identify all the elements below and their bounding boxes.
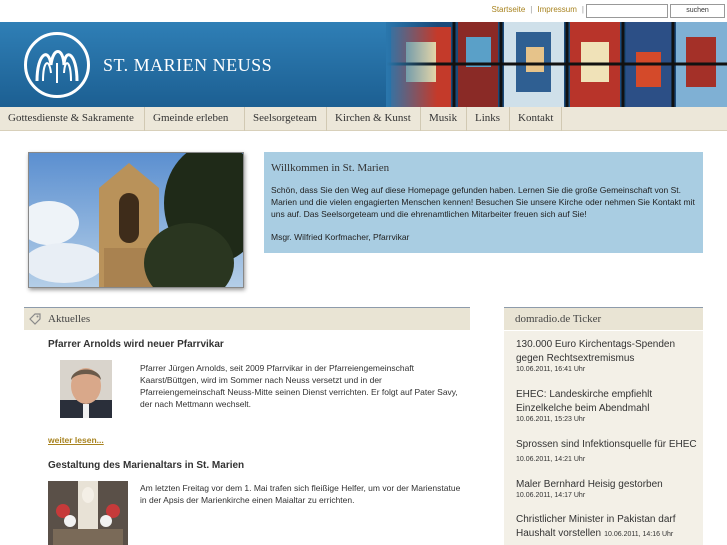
ticker-item-date: 10.06.2011, 14:16 Uhr [604, 531, 674, 538]
news-header-title: Aktuelles [48, 313, 91, 325]
ticker-item-title[interactable]: 130.000 Euro Kirchentags-Spenden gegen R… [516, 338, 701, 366]
altar-image [48, 481, 128, 545]
site-title[interactable]: ST. MARIEN NEUSS [103, 55, 272, 76]
ticker-item-date: 10.06.2011, 14:21 Uhr [516, 456, 586, 463]
marien-monogram-icon [35, 50, 79, 83]
news-header: Aktuelles [24, 307, 470, 330]
nav-kirchen-kunst[interactable]: Kirchen & Kunst [327, 107, 421, 131]
welcome-box: Willkommen in St. Marien Schön, dass Sie… [264, 152, 703, 253]
pastor-photo [60, 360, 112, 418]
nav-gemeinde-erleben[interactable]: Gmeinde erleben [145, 107, 245, 131]
startseite-link[interactable]: Startseite [486, 5, 530, 14]
portrait-image [60, 360, 112, 418]
top-links: Startseite | Impressum | [486, 5, 584, 14]
main-nav: Gottesdienste & Sakramente Gmeinde erleb… [0, 107, 727, 131]
news-item-title[interactable]: Gestaltung des Marienaltars in St. Marie… [48, 460, 244, 471]
ticker-header: domradio.de Ticker [504, 307, 703, 330]
news-item-title[interactable]: Pfarrer Arnolds wird neuer Pfarrvikar [48, 339, 224, 350]
church-tower-photo [28, 152, 244, 288]
altar-photo [48, 481, 128, 545]
ticker-item-title[interactable]: Maler Bernhard Heisig gestorben [516, 478, 701, 492]
nav-musik[interactable]: Musik [421, 107, 467, 131]
news-item-text: Pfarrer Jürgen Arnolds, seit 2009 Pfarrv… [140, 363, 458, 409]
ticker-item-date: 10.06.2011, 15:23 Uhr [516, 416, 586, 423]
search-button[interactable]: suchen [670, 4, 725, 18]
separator: | [581, 5, 584, 14]
ticker-item-title[interactable]: EHEC: Landeskirche empfiehlt Einzelkelch… [516, 388, 701, 416]
nav-kontakt[interactable]: Kontakt [510, 107, 562, 131]
church-tower-image [29, 153, 243, 287]
ticker-list: 130.000 Euro Kirchentags-Spenden gegen R… [504, 331, 703, 545]
stained-glass-banner [386, 22, 727, 107]
ticker-header-title: domradio.de Ticker [515, 313, 602, 325]
welcome-signature: Msgr. Wilfried Korfmacher, Pfarrvikar [271, 232, 410, 242]
ticker-item[interactable]: Christlicher Minister in Pakistan darf H… [516, 513, 701, 541]
nav-gottesdienste[interactable]: Gottesdienste & Sakramente [0, 107, 145, 131]
ticker-item-date: 10.06.2011, 14:17 Uhr [516, 492, 586, 499]
nav-links[interactable]: Links [467, 107, 510, 131]
ticker-item-date: 10.06.2011, 16:41 Uhr [516, 366, 586, 373]
welcome-title: Willkommen in St. Marien [271, 162, 390, 174]
ticker-item-title[interactable]: Sprossen sind Infektionsquelle für EHEC [516, 439, 697, 450]
site-header: ST. MARIEN NEUSS [0, 22, 727, 107]
news-item-text: Am letzten Freitag vor dem 1. Mai trafen… [140, 483, 461, 505]
top-bar: Startseite | Impressum | suchen [0, 0, 727, 22]
ticker-item[interactable]: EHEC: Landeskirche empfiehlt Einzelkelch… [516, 388, 701, 423]
nav-seelsorgeteam[interactable]: Seelsorgeteam [245, 107, 327, 131]
read-more-link[interactable]: weiter lesen... [48, 435, 104, 445]
tag-icon [29, 313, 41, 325]
welcome-text: Schön, dass Sie den Weg auf diese Homepa… [271, 185, 695, 219]
impressum-link[interactable]: Impressum [532, 5, 582, 14]
ticker-item[interactable]: Maler Bernhard Heisig gestorben 10.06.20… [516, 478, 701, 499]
search-input[interactable] [586, 4, 668, 18]
logo[interactable] [24, 32, 90, 98]
ticker-item[interactable]: Sprossen sind Infektionsquelle für EHEC … [516, 438, 701, 464]
ticker-item[interactable]: 130.000 Euro Kirchentags-Spenden gegen R… [516, 338, 701, 373]
